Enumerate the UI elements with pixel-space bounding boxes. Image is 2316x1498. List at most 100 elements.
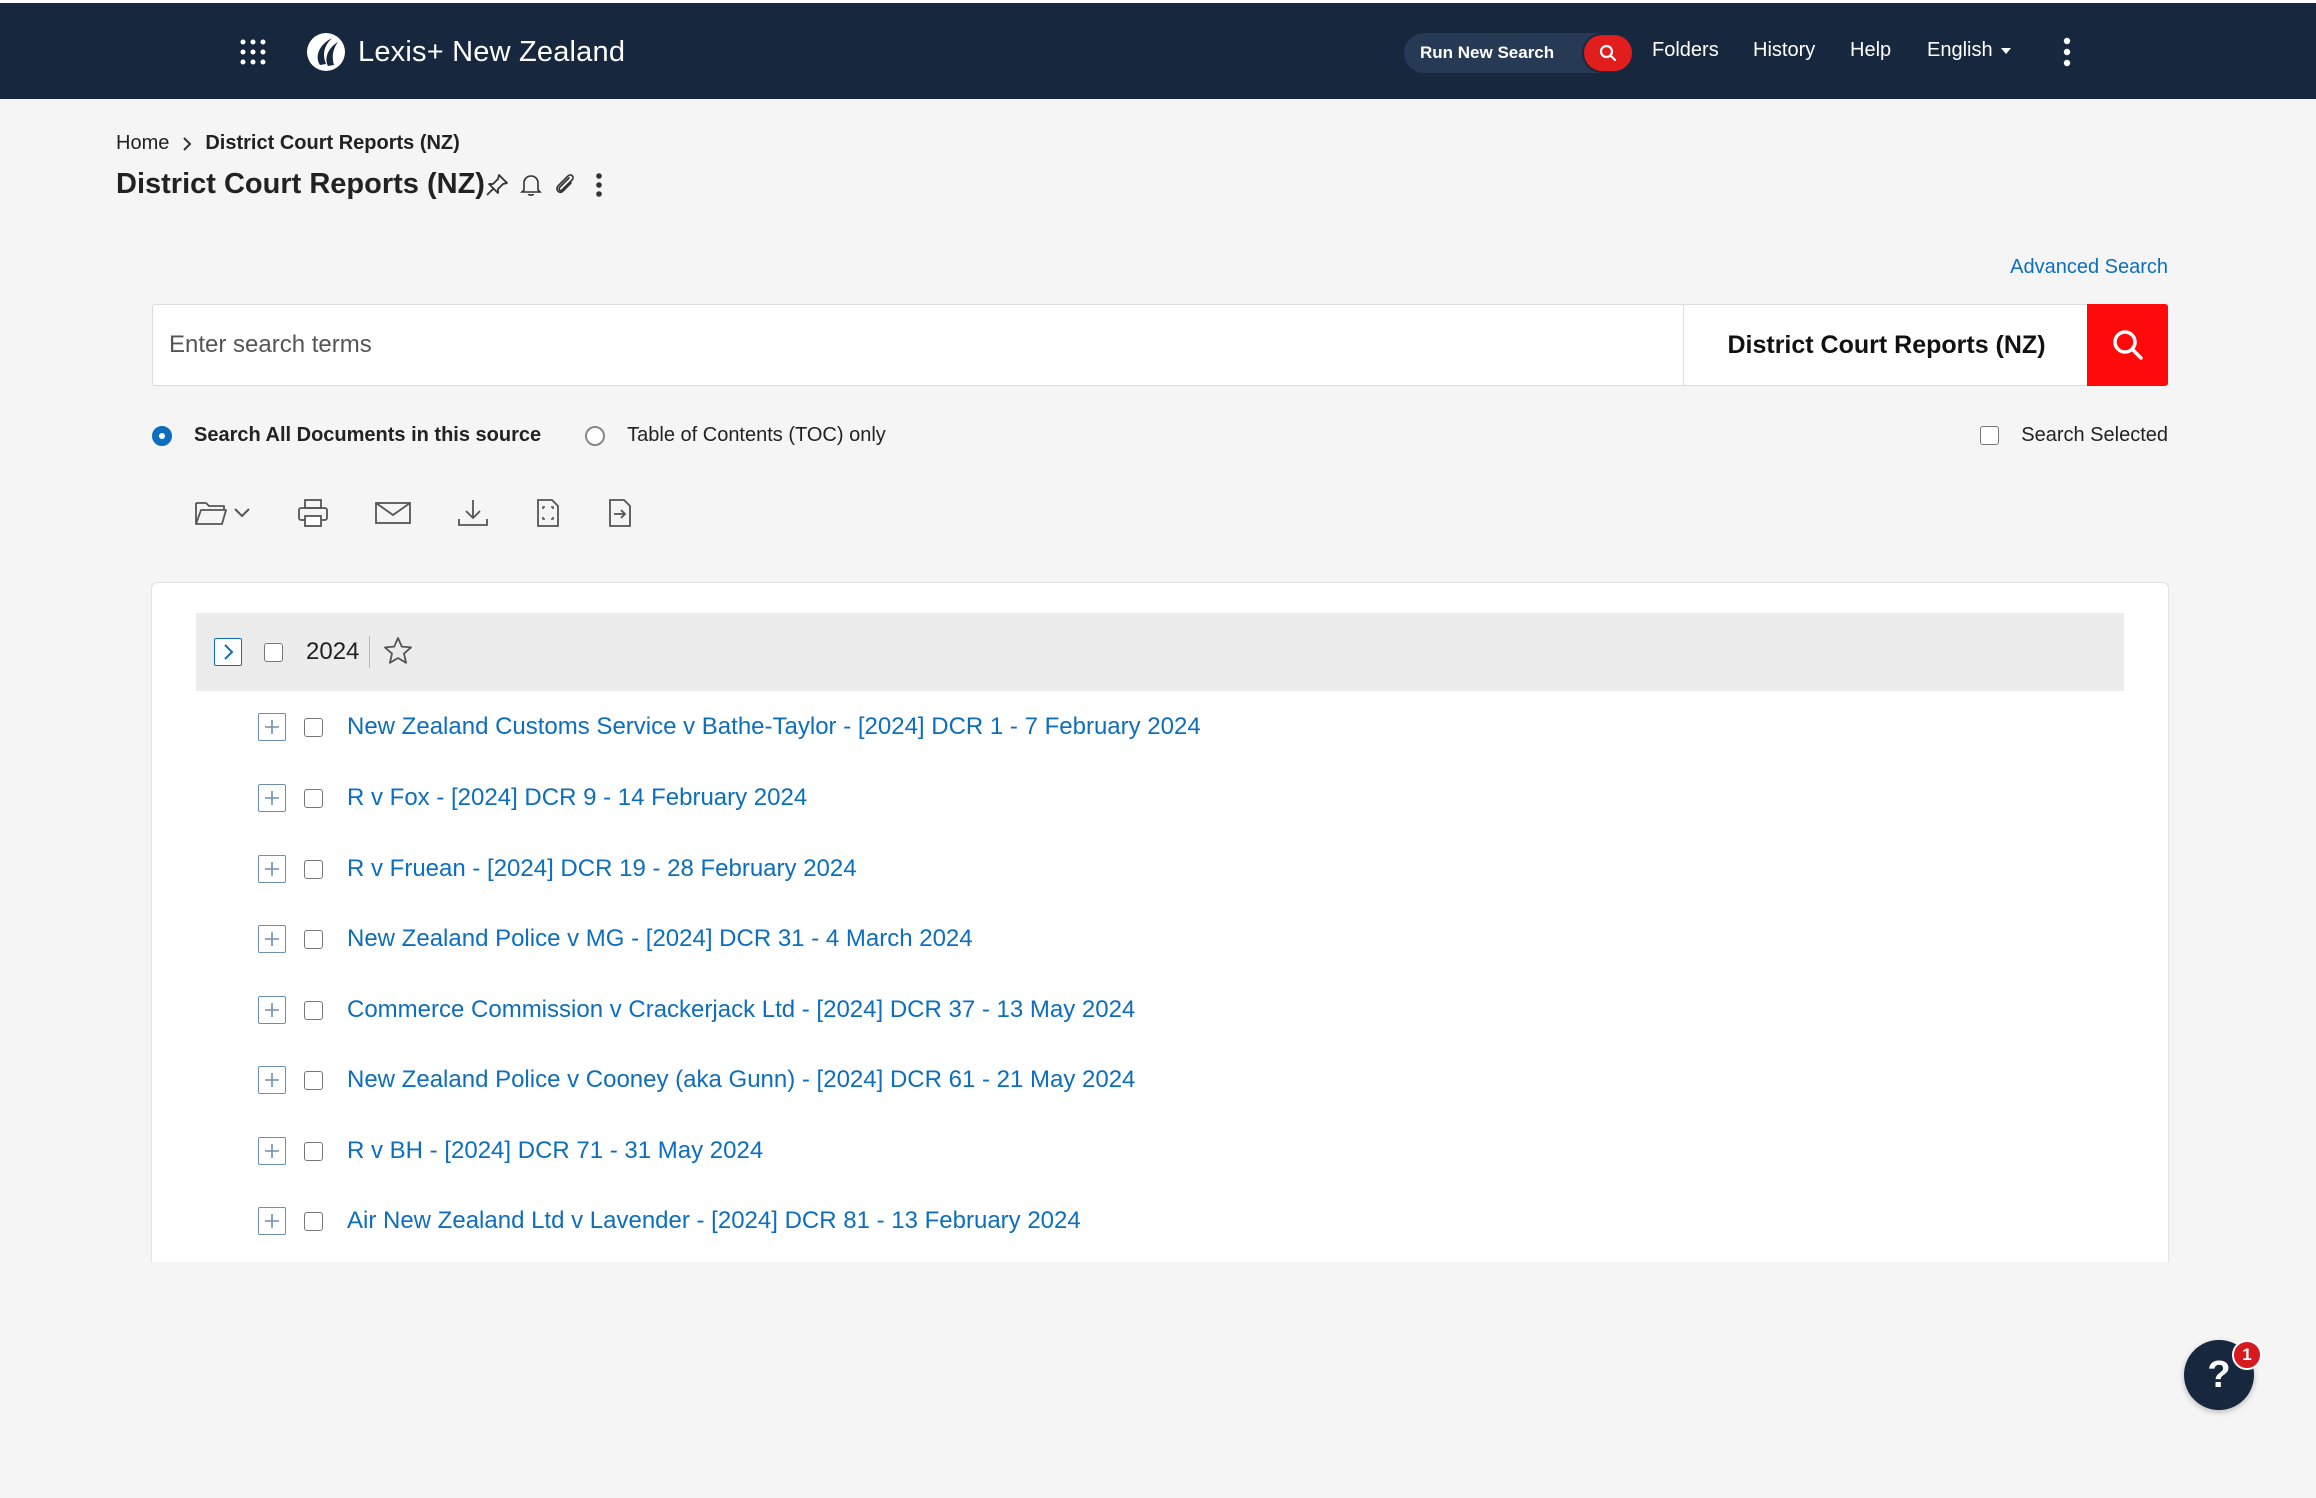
export-icon [609,499,631,527]
brand-logo[interactable]: Lexis+ New Zealand [306,31,625,73]
list-item: Commerce Commission v Crackerjack Ltd - … [258,990,1135,1030]
item-checkbox[interactable] [304,1141,323,1161]
star-icon[interactable] [382,635,414,667]
expand-item-button[interactable] [258,1207,286,1235]
item-checkbox[interactable] [304,717,323,737]
expand-item-button[interactable] [258,996,286,1024]
plus-icon [265,932,279,946]
folder-dropdown-button[interactable] [194,496,252,530]
document-toolbar [194,496,678,530]
plus-icon [265,1144,279,1158]
search-input[interactable] [153,305,1683,385]
radio-search-all-label: Search All Documents in this source [194,424,542,446]
advanced-search-link[interactable]: Advanced Search [2010,256,2168,279]
top-navigation-bar: Lexis+ New Zealand Run New Search Folder… [0,0,2316,99]
plus-icon [265,1214,279,1228]
export-button[interactable] [606,496,634,530]
expand-item-button[interactable] [258,925,286,953]
item-checkbox[interactable] [304,1211,323,1231]
lexis-logo-icon [307,33,345,71]
download-button[interactable] [456,496,490,530]
notification-badge: 1 [2232,1340,2262,1370]
list-item: R v BH - [2024] DCR 71 - 31 May 2024 [258,1131,763,1171]
expand-year-button[interactable] [214,638,242,666]
item-checkbox[interactable] [304,859,323,879]
print-button[interactable] [296,496,330,530]
email-icon [375,502,411,524]
nav-help[interactable]: Help [1850,39,1891,62]
search-source-label: District Court Reports (NZ) [1683,305,2089,385]
toc-year-row: 2024 [196,613,2124,691]
plus-icon [265,862,279,876]
document-link[interactable]: New Zealand Police v Cooney (aka Gunn) -… [347,1066,1135,1094]
run-new-search-button[interactable]: Run New Search [1404,33,1634,73]
breadcrumb-current: District Court Reports (NZ) [205,132,460,154]
search-icon [2112,330,2143,360]
expand-item-button[interactable] [258,1137,286,1165]
print-icon [298,499,328,527]
radio-search-all[interactable] [152,425,172,446]
apps-grid-icon[interactable] [240,39,266,65]
chevron-right-icon [183,136,192,151]
full-screen-icon [537,499,559,527]
item-checkbox[interactable] [304,929,323,949]
item-checkbox[interactable] [304,1070,323,1090]
more-vertical-icon[interactable] [2060,37,2074,67]
email-button[interactable] [374,496,412,530]
breadcrumb-home[interactable]: Home [116,132,169,155]
expand-item-button[interactable] [258,855,286,883]
document-link[interactable]: New Zealand Customs Service v Bathe-Tayl… [347,713,1201,741]
year-label: 2024 [306,636,371,668]
bell-icon[interactable] [516,170,546,200]
list-item: New Zealand Police v MG - [2024] DCR 31 … [258,919,973,959]
nav-history[interactable]: History [1753,39,1815,62]
list-item: R v Fox - [2024] DCR 9 - 14 February 202… [258,778,807,818]
document-link[interactable]: R v BH - [2024] DCR 71 - 31 May 2024 [347,1137,763,1165]
pin-icon[interactable] [482,170,512,200]
page-title: District Court Reports (NZ) [116,168,485,200]
radio-toc-only[interactable] [585,425,606,446]
plus-icon [265,1073,279,1087]
search-icon [1599,44,1617,62]
plus-icon [265,1003,279,1017]
run-new-search-label: Run New Search [1420,43,1555,62]
search-bar: District Court Reports (NZ) [152,304,2168,386]
search-selected-label: Search Selected [2021,424,2168,446]
document-link[interactable]: New Zealand Police v MG - [2024] DCR 31 … [347,925,973,953]
run-search-submit[interactable] [1582,33,1634,73]
document-link[interactable]: Air New Zealand Ltd v Lavender - [2024] … [347,1207,1081,1235]
plus-icon [265,791,279,805]
plus-icon [265,720,279,734]
expand-item-button[interactable] [258,1066,286,1094]
list-item: New Zealand Customs Service v Bathe-Tayl… [258,707,1201,747]
list-item: R v Fruean - [2024] DCR 19 - 28 February… [258,849,857,889]
nav-folders[interactable]: Folders [1652,39,1719,62]
breadcrumb: Home District Court Reports (NZ) [116,132,460,155]
caret-down-icon [2000,47,2011,54]
search-scope-options: Search All Documents in this source Tabl… [152,424,886,447]
expand-item-button[interactable] [258,713,286,741]
document-link[interactable]: R v Fruean - [2024] DCR 19 - 28 February… [347,855,857,883]
help-question-mark: ? [2207,1353,2231,1396]
radio-toc-only-label: Table of Contents (TOC) only [627,424,886,446]
item-checkbox[interactable] [304,788,323,808]
document-link[interactable]: Commerce Commission v Crackerjack Ltd - … [347,996,1135,1024]
folder-icon [195,502,227,525]
item-checkbox[interactable] [304,1000,323,1020]
list-item: New Zealand Police v Cooney (aka Gunn) -… [258,1060,1135,1100]
paperclip-icon[interactable] [550,170,580,200]
search-button[interactable] [2087,304,2168,386]
download-icon [458,500,488,526]
table-of-contents: 2024 New Zealand Customs Service v Bathe… [151,582,2169,1262]
search-selected-checkbox[interactable] [1980,426,2000,445]
chevron-down-icon [234,508,250,518]
full-screen-button[interactable] [534,496,562,530]
expand-item-button[interactable] [258,784,286,812]
more-vertical-icon[interactable] [584,170,614,200]
year-checkbox[interactable] [264,643,283,662]
title-actions [482,170,618,200]
list-item: Air New Zealand Ltd v Lavender - [2024] … [258,1201,1081,1241]
document-link[interactable]: R v Fox - [2024] DCR 9 - 14 February 202… [347,784,807,812]
language-label: English [1927,39,1993,61]
language-dropdown[interactable]: English [1927,39,2013,62]
